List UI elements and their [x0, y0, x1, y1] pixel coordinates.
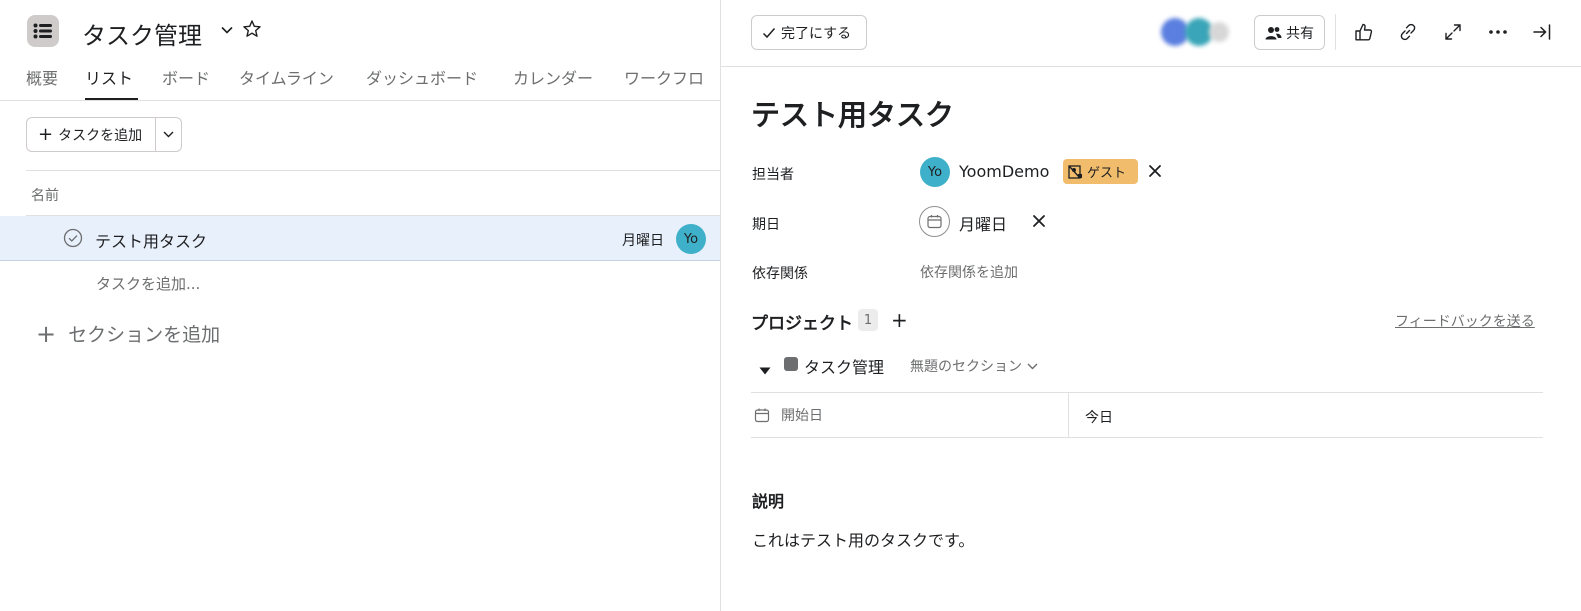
- due-date-label: 期日: [752, 217, 780, 233]
- guest-badge: ゲスト: [1063, 159, 1138, 184]
- due-date-value[interactable]: 月曜日: [959, 211, 1007, 235]
- chevron-down-icon: [163, 131, 174, 138]
- start-date-label: 開始日: [781, 408, 823, 424]
- task-due-date[interactable]: 月曜日: [622, 230, 664, 250]
- plus-icon: +: [38, 123, 54, 145]
- project-tabs: 概要 リスト ボード タイムライン ダッシュボード カレンダー ワークフロ: [0, 58, 720, 101]
- chevron-down-icon: [1027, 363, 1038, 369]
- project-color-icon: [784, 357, 798, 371]
- section-select-label: 無題のセクション: [910, 359, 1022, 375]
- collaborator-avatars[interactable]: [1157, 16, 1233, 48]
- project-list-pane: タスク管理 概要 リスト ボード タイムライン ダッシュボード カレンダー ワー…: [0, 0, 721, 611]
- detail-toolbar: 完了にする 共有: [721, 0, 1581, 67]
- clear-due-date-icon[interactable]: [1031, 213, 1047, 229]
- add-task-button[interactable]: + タスクを追加: [27, 118, 157, 151]
- section-select[interactable]: 無題のセクション: [910, 356, 1038, 376]
- toolbar-divider: [1335, 14, 1336, 50]
- send-feedback-link[interactable]: フィードバックを送る: [1395, 311, 1535, 331]
- chevron-down-icon[interactable]: [219, 20, 235, 40]
- plus-icon: +: [36, 319, 57, 348]
- add-section-button[interactable]: + セクションを追加: [36, 320, 220, 347]
- add-task-label: タスクを追加: [58, 127, 143, 144]
- column-name-header[interactable]: 名前: [31, 185, 59, 205]
- add-task-dropdown[interactable]: [156, 118, 181, 151]
- task-name[interactable]: テスト用タスク: [95, 228, 207, 252]
- thumbs-up-icon[interactable]: [1352, 20, 1376, 44]
- add-task-inline[interactable]: タスクを追加...: [96, 273, 200, 294]
- check-circle-icon[interactable]: [63, 228, 83, 248]
- mark-complete-label: 完了にする: [781, 25, 852, 42]
- remove-assignee-icon[interactable]: [1147, 163, 1163, 179]
- assignee-label: 担当者: [752, 167, 794, 183]
- checkmark-icon: [762, 27, 776, 38]
- share-button[interactable]: 共有: [1254, 15, 1325, 50]
- calendar-icon: [754, 408, 770, 423]
- more-icon[interactable]: [1486, 20, 1510, 44]
- projects-count-badge: 1: [858, 309, 878, 331]
- add-dependency-button[interactable]: 依存関係を追加: [920, 262, 1018, 282]
- expand-icon[interactable]: [1441, 20, 1465, 44]
- assignee-name[interactable]: YoomDemo: [959, 162, 1049, 181]
- tab-dashboard[interactable]: ダッシュボード: [366, 65, 478, 89]
- project-title[interactable]: タスク管理: [82, 16, 202, 51]
- avatar[interactable]: Yo: [920, 157, 950, 187]
- column-header: 名前: [26, 170, 720, 216]
- calendar-icon[interactable]: [919, 206, 950, 237]
- active-tab-indicator: [85, 98, 138, 100]
- mark-complete-button[interactable]: 完了にする: [751, 15, 867, 50]
- list-icon[interactable]: [27, 15, 59, 47]
- tab-workflow[interactable]: ワークフロ: [624, 65, 704, 89]
- add-section-label: セクションを追加: [68, 324, 221, 346]
- description-text[interactable]: これはテスト用のタスクです。: [752, 527, 974, 551]
- tab-timeline[interactable]: タイムライン: [239, 65, 334, 89]
- star-icon[interactable]: [242, 19, 262, 39]
- add-project-button[interactable]: +: [891, 310, 908, 330]
- tab-list[interactable]: リスト: [85, 65, 133, 89]
- tab-overview[interactable]: 概要: [26, 65, 58, 89]
- people-icon: [1265, 26, 1282, 39]
- projects-label: プロジェクト: [751, 314, 853, 334]
- guest-icon: [1068, 164, 1082, 179]
- description-label: 説明: [752, 492, 785, 511]
- start-date-field: 開始日: [751, 393, 1069, 437]
- dependencies-label: 依存関係: [752, 266, 808, 282]
- table-row[interactable]: テスト用タスク 月曜日 Yo: [0, 216, 720, 261]
- tab-board[interactable]: ボード: [162, 65, 210, 89]
- tab-calendar[interactable]: カレンダー: [513, 65, 593, 89]
- project-name[interactable]: タスク管理: [804, 354, 884, 378]
- project-fields-table: 開始日 今日: [751, 392, 1543, 438]
- avatar: [1209, 22, 1229, 42]
- close-panel-icon[interactable]: [1530, 20, 1554, 44]
- avatar[interactable]: Yo: [676, 224, 706, 254]
- triangle-down-icon[interactable]: [758, 361, 772, 375]
- start-date-value[interactable]: 今日: [1085, 407, 1113, 427]
- add-task-button-group: + タスクを追加: [26, 117, 182, 152]
- guest-badge-label: ゲスト: [1087, 166, 1127, 181]
- link-icon[interactable]: [1396, 20, 1420, 44]
- share-label: 共有: [1286, 25, 1314, 42]
- task-detail-pane: 完了にする 共有 テスト用タスク 担当者 Yo YoomDemo ゲスト 期日 …: [721, 0, 1581, 611]
- task-title[interactable]: テスト用タスク: [751, 92, 954, 134]
